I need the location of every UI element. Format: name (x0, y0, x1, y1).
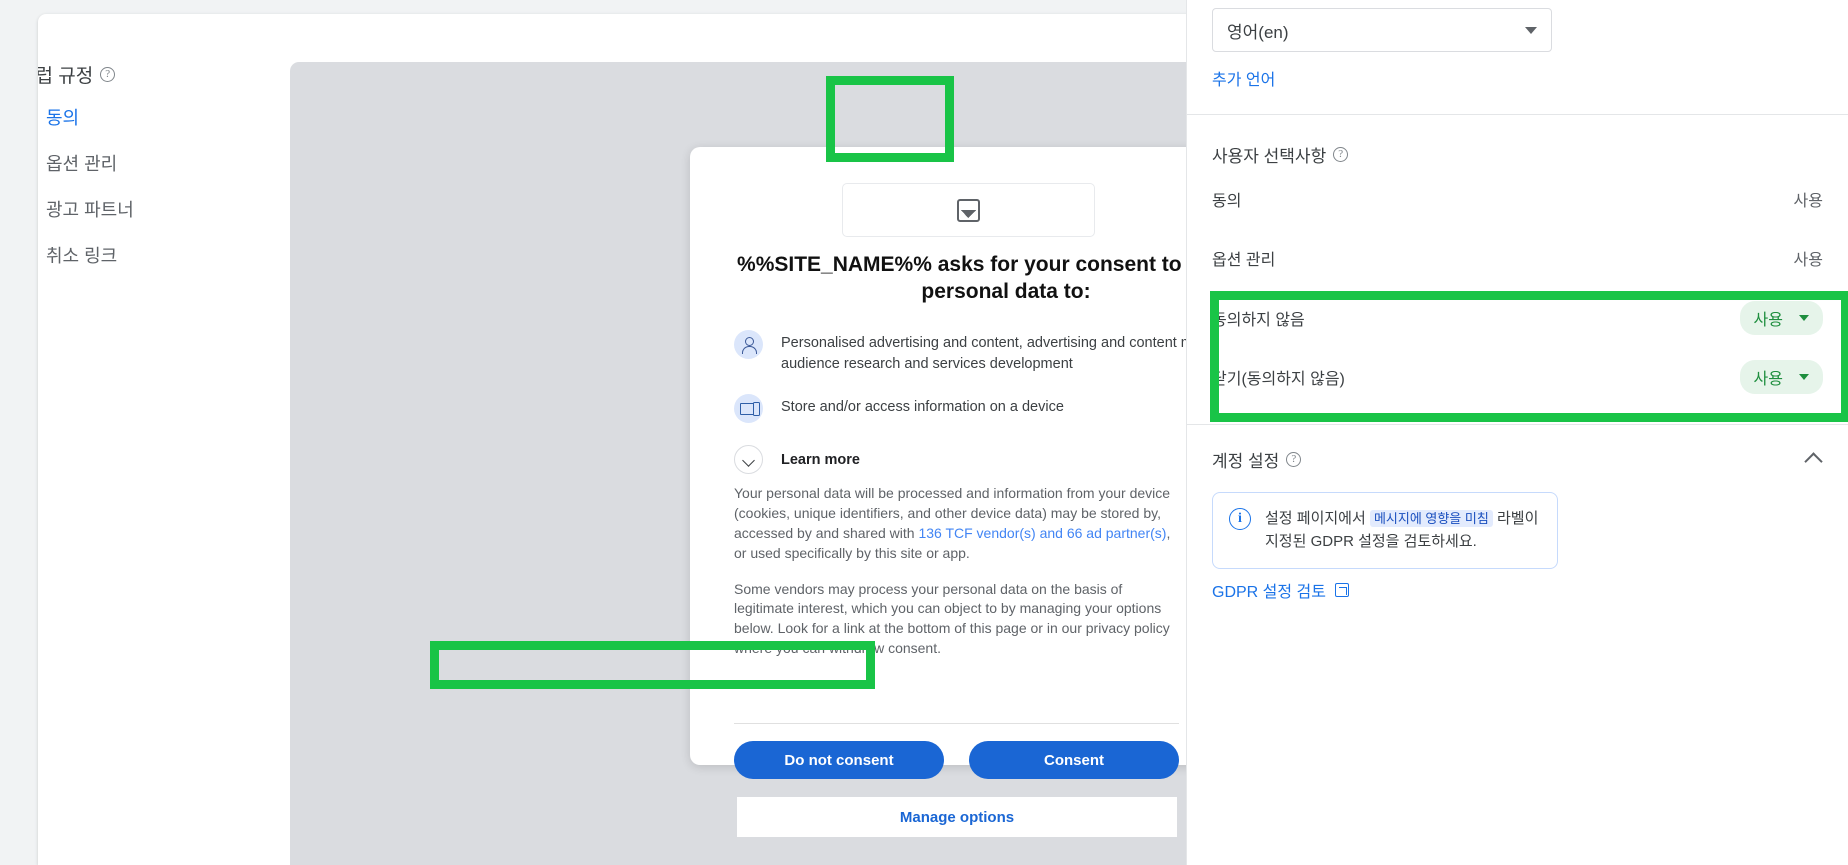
account-settings-title-label: 계정 설정 (1212, 452, 1280, 471)
chevron-down-icon (1525, 26, 1537, 34)
sidebar-item-label: 동의 (46, 108, 80, 128)
person-icon (734, 330, 763, 359)
user-choices-title-label: 사용자 선택사항 (1212, 147, 1327, 166)
row-label: 닫기(동의하지 않음) (1212, 371, 1345, 388)
info-callout-text: 설정 페이지에서 메시지에 영향을 미침 라벨이 지정된 GDPR 설정을 검토… (1265, 507, 1541, 554)
row-value: 사용 (1753, 312, 1783, 329)
device-icon (734, 394, 763, 424)
dialog-button-row: Do not consent Consent (734, 741, 1179, 779)
learn-more-label: Learn more (781, 451, 860, 468)
help-icon[interactable]: ? (100, 67, 116, 82)
sidebar-item-revoke-link[interactable]: 취소 링크 (38, 232, 263, 278)
body-paragraph-1: Your personal data will be processed and… (734, 484, 1184, 564)
purpose-text: Store and/or access information on a dev… (781, 399, 1064, 416)
screen-root: 유럽 규정 ? 동의 옵션 관리 광고 파트너 취소 링크 (0, 0, 1848, 865)
chevron-down-icon (1799, 374, 1809, 380)
sidebar-item-consent[interactable]: 동의 (38, 94, 263, 140)
row-value: 사용 (1793, 252, 1823, 269)
dialog-body: Your personal data will be processed and… (734, 484, 1184, 675)
info-callout: i 설정 페이지에서 메시지에 영향을 미침 라벨이 지정된 GDPR 설정을 … (1212, 492, 1558, 569)
language-select[interactable]: 영어(en) (1212, 8, 1552, 52)
do-not-consent-button[interactable]: Do not consent (734, 741, 944, 779)
user-choices-title: 사용자 선택사항 ? (1212, 142, 1349, 167)
account-settings-title: 계정 설정 ? (1212, 447, 1302, 472)
panel-divider (1187, 424, 1848, 425)
gdpr-settings-review-link[interactable]: GDPR 설정 검토 (1212, 578, 1349, 602)
help-icon[interactable]: ? (1286, 452, 1302, 467)
user-choice-row-manage-options[interactable]: 옵션 관리 사용 (1212, 237, 1823, 279)
sidebar-item-label: 옵션 관리 (46, 154, 118, 174)
row-value: 사용 (1753, 371, 1783, 388)
vendors-link[interactable]: 136 TCF vendor(s) and 66 ad partner(s) (918, 525, 1166, 541)
left-nav-section-title-label: 유럽 규정 (38, 66, 94, 87)
row-label: 옵션 관리 (1212, 252, 1276, 269)
dialog-divider (734, 723, 1179, 724)
user-choice-row-consent[interactable]: 동의 사용 (1212, 178, 1823, 220)
manage-options-button[interactable]: Manage options (737, 797, 1177, 837)
row-label: 동의 (1212, 193, 1242, 210)
body-paragraph-2: Some vendors may process your personal d… (734, 580, 1170, 657)
row-value-dropdown[interactable]: 사용 (1739, 301, 1823, 335)
gdpr-link-label: GDPR 설정 검토 (1212, 584, 1326, 601)
panel-divider (1187, 114, 1848, 115)
info-chip: 메시지에 영향을 미침 (1369, 510, 1493, 527)
left-nav-list: 동의 옵션 관리 광고 파트너 취소 링크 (38, 94, 263, 278)
preview-canvas: ✕ %%SITE_NAME%% asks for your consent to… (290, 62, 1322, 865)
sidebar-item-ad-partners[interactable]: 광고 파트너 (38, 186, 263, 232)
info-icon: i (1229, 508, 1251, 530)
image-placeholder-icon (957, 198, 980, 222)
consent-button[interactable]: Consent (969, 741, 1179, 779)
language-select-value: 영어(en) (1227, 22, 1289, 42)
add-language-link[interactable]: 추가 언어 (1212, 66, 1275, 90)
chevron-down-icon (734, 445, 763, 475)
row-label: 동의하지 않음 (1212, 312, 1305, 329)
external-link-icon (1335, 583, 1349, 597)
left-nav-section-title: 유럽 규정 ? (38, 61, 116, 88)
info-text-before: 설정 페이지에서 (1265, 510, 1370, 527)
row-value: 사용 (1793, 193, 1823, 210)
user-choice-row-do-not-consent[interactable]: 동의하지 않음 사용 (1212, 297, 1823, 339)
row-value-dropdown[interactable]: 사용 (1739, 360, 1823, 394)
right-settings-panel: 영어(en) 추가 언어 사용자 선택사항 ? 동의 사용 옵션 관리 사용 동… (1186, 0, 1848, 865)
sidebar-item-label: 광고 파트너 (46, 200, 134, 220)
chevron-down-icon (1799, 315, 1809, 321)
image-placeholder (842, 183, 1095, 237)
chevron-up-icon[interactable] (1805, 449, 1823, 467)
help-icon[interactable]: ? (1333, 147, 1349, 162)
sidebar-item-label: 취소 링크 (46, 246, 118, 266)
sidebar-item-manage-options[interactable]: 옵션 관리 (38, 140, 263, 186)
user-choice-row-close-do-not-consent[interactable]: 닫기(동의하지 않음) 사용 (1212, 356, 1823, 398)
